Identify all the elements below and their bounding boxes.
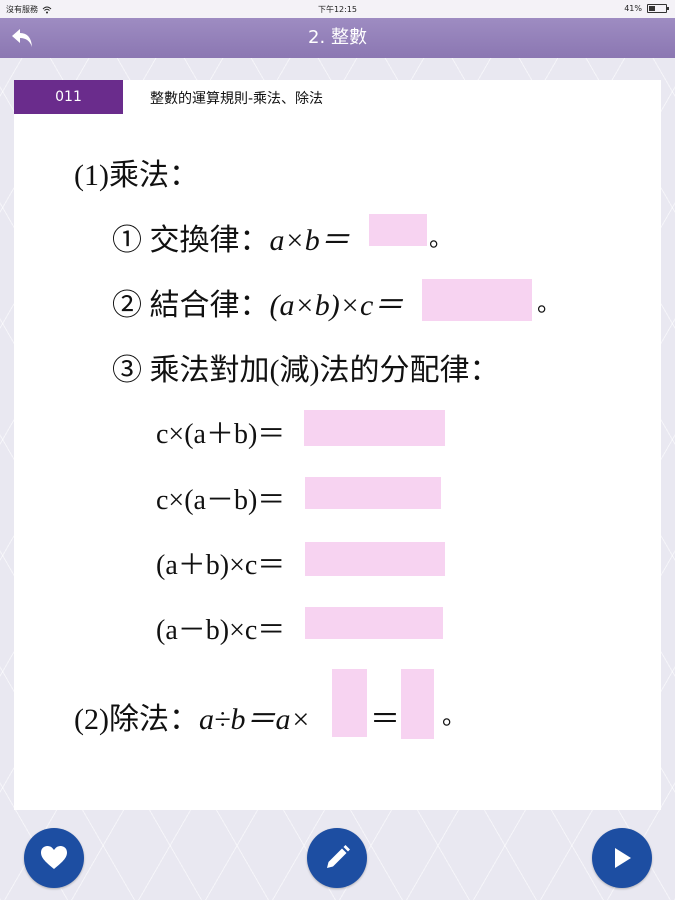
distributive-answer-blank-2[interactable]: [305, 477, 441, 509]
distributive-formula-4: (a－b)×c＝: [156, 615, 286, 646]
associative-law: ② 結合律：(a×b)×c＝: [112, 280, 403, 324]
play-icon: [615, 848, 631, 868]
battery-icon: [647, 4, 669, 13]
period-2: 。: [537, 291, 561, 317]
division-answer-blank-1[interactable]: [332, 669, 367, 737]
distributive-answer-blank-3[interactable]: [305, 542, 445, 576]
associative-formula: (a×b)×c＝: [269, 289, 404, 322]
nav-bar: 2. 整數: [0, 18, 675, 58]
heart-icon: [41, 846, 67, 869]
distributive-formula-1: c×(a＋b)＝: [156, 419, 286, 450]
distributive-formula-2: c×(a－b)＝: [156, 485, 286, 516]
division-line: (2)除法：a÷b＝a×: [74, 694, 311, 738]
battery-percent: 41%: [624, 4, 642, 13]
period-3: 。: [442, 704, 466, 730]
distributive-answer-blank-1[interactable]: [304, 410, 445, 446]
pencil-icon: [327, 845, 350, 868]
clock: 下午12:15: [317, 5, 358, 14]
distributive-law-heading: ③ 乘法對加(減)法的分配律：: [112, 354, 500, 387]
division-equals: ＝: [370, 703, 400, 736]
distributive-formula-3: (a＋b)×c＝: [156, 550, 286, 581]
associative-label: ② 結合律：: [112, 289, 270, 322]
commutative-formula: a×b＝: [269, 224, 350, 257]
lesson-title: 整數的運算規則-乘法、除法: [150, 91, 324, 107]
division-answer-blank-2[interactable]: [401, 669, 434, 739]
commutative-law: ① 交換律：a×b＝: [112, 215, 350, 259]
distributive-answer-blank-4[interactable]: [305, 607, 443, 639]
period-1: 。: [429, 226, 453, 252]
favorite-button[interactable]: [24, 828, 84, 888]
lesson-code-badge: 011: [14, 80, 123, 114]
associative-answer-blank[interactable]: [422, 279, 532, 321]
content-card: 011 整數的運算規則-乘法、除法 (1)乘法： ① 交換律：a×b＝ 。 ② …: [14, 80, 661, 810]
page-title: 2. 整數: [308, 27, 367, 48]
section-multiplication-heading: (1)乘法：: [74, 159, 199, 192]
commutative-label: ① 交換律：: [112, 224, 270, 257]
division-formula: a÷b＝a×: [198, 703, 311, 736]
commutative-answer-blank[interactable]: [369, 214, 427, 246]
play-button[interactable]: [592, 828, 652, 888]
edit-notes-button[interactable]: [307, 828, 367, 888]
status-bar: 沒有服務 下午12:15 41%: [0, 0, 675, 18]
section-division-heading: (2)除法：: [74, 703, 199, 736]
